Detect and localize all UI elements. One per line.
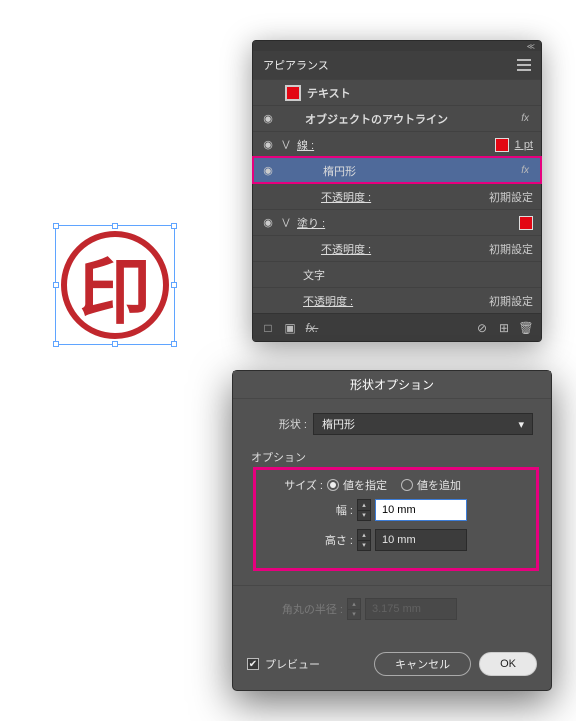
visibility-toggle-icon[interactable]: ◉ [261, 112, 275, 125]
visibility-toggle-icon[interactable]: ◉ [261, 138, 275, 151]
seal-character: 印 [55, 225, 175, 345]
height-input[interactable]: 10 mm [375, 529, 467, 551]
appearance-row-stroke[interactable]: ◉ ⋁ 線 : 1 pt [253, 131, 541, 157]
appearance-row-text[interactable]: テキスト [253, 79, 541, 105]
panel-tabbar[interactable]: ≪ [253, 41, 541, 51]
radio-label: 値を追加 [417, 477, 461, 493]
appearance-row-opacity-2[interactable]: 不透明度 : 初期設定 [253, 235, 541, 261]
chevron-down-icon: ▾ [518, 418, 524, 431]
width-row: 幅 : ▴▾ 10 mm [261, 499, 525, 521]
toggle-icon[interactable]: ▣ [283, 321, 297, 335]
width-stepper[interactable]: ▴▾ [357, 499, 371, 521]
visibility-toggle-icon[interactable]: ◉ [261, 216, 275, 229]
shape-select[interactable]: 楕円形 ▾ [313, 413, 533, 435]
row-label: オブジェクトのアウトライン [305, 111, 515, 127]
dialog-title: 形状オプション [233, 371, 551, 399]
color-swatch-icon [285, 85, 301, 101]
opacity-value: 初期設定 [489, 241, 533, 257]
fill-color-swatch-icon[interactable] [519, 216, 533, 230]
row-label: 楕円形 [323, 163, 515, 179]
panel-header: アピアランス [253, 51, 541, 79]
width-label: 幅 : [261, 502, 353, 518]
radio-icon [401, 479, 413, 491]
appearance-row-outline[interactable]: ◉ オブジェクトのアウトライン fx [253, 105, 541, 131]
cancel-button[interactable]: キャンセル [374, 652, 471, 676]
options-section-label: オプション [251, 449, 533, 465]
stroke-color-swatch-icon[interactable] [495, 138, 509, 152]
row-label: 不透明度 : [303, 293, 483, 309]
preview-checkbox[interactable]: ✔ プレビュー [247, 656, 320, 672]
corner-radius-label: 角丸の半径 : [251, 601, 343, 617]
checkbox-icon: ✔ [247, 658, 259, 670]
clear-appearance-icon[interactable]: ⊘ [475, 321, 489, 335]
appearance-row-opacity[interactable]: 不透明度 : 初期設定 [253, 183, 541, 209]
ok-button[interactable]: OK [479, 652, 537, 676]
row-label: 不透明度 : [321, 189, 483, 205]
size-radio-absolute[interactable]: 値を指定 [327, 477, 387, 493]
corner-input: 3.175 mm [365, 598, 457, 620]
height-label: 高さ : [261, 532, 353, 548]
visibility-toggle-icon[interactable]: ◉ [261, 164, 275, 177]
panel-footer: □ ▣ fx. ⊘ ⊞ 🗑 [253, 313, 541, 341]
appearance-panel: ≪ アピアランス テキスト ◉ オブジェクトのアウトライン fx ◉ ⋁ 線 :… [252, 40, 542, 342]
opacity-value: 初期設定 [489, 293, 533, 309]
shape-label: 形状 : [251, 416, 307, 432]
shape-options-dialog: 形状オプション 形状 : 楕円形 ▾ オプション サイズ : 値を指定 [232, 370, 552, 691]
corner-radius-row: 角丸の半径 : ▴▾ 3.175 mm [251, 598, 533, 620]
appearance-row-fill[interactable]: ◉ ⋁ 塗り : [253, 209, 541, 235]
disclosure-caret-icon[interactable]: ⋁ [281, 217, 291, 228]
divider [233, 585, 551, 586]
shape-type-row: 形状 : 楕円形 ▾ [251, 413, 533, 435]
size-label: サイズ : [263, 477, 323, 493]
opacity-value: 初期設定 [489, 189, 533, 205]
fx-indicator[interactable]: fx [521, 165, 533, 176]
row-label: 文字 [303, 267, 533, 283]
row-label: 塗り : [297, 215, 513, 231]
row-label: 不透明度 : [321, 241, 483, 257]
corner-stepper: ▴▾ [347, 598, 361, 620]
shape-select-value: 楕円形 [322, 416, 355, 432]
radio-label: 値を指定 [343, 477, 387, 493]
panel-title: アピアランス [263, 57, 329, 73]
canvas-selected-object[interactable]: 印 [55, 225, 175, 345]
no-selection-icon[interactable]: □ [261, 321, 275, 335]
size-radio-relative[interactable]: 値を追加 [401, 477, 461, 493]
fx-indicator[interactable]: fx [521, 113, 533, 124]
appearance-row-ellipse[interactable]: ◉ 楕円形 fx [253, 157, 541, 183]
width-input[interactable]: 10 mm [375, 499, 467, 521]
height-row: 高さ : ▴▾ 10 mm [261, 529, 525, 551]
fx-menu-icon[interactable]: fx. [305, 321, 319, 335]
new-item-icon[interactable]: ⊞ [497, 321, 511, 335]
trash-icon[interactable]: 🗑 [519, 321, 533, 335]
preview-label: プレビュー [265, 656, 320, 672]
size-highlight-block: サイズ : 値を指定 値を追加 幅 : ▴▾ 10 mm [259, 473, 533, 565]
collapse-chevron-icon[interactable]: ≪ [527, 42, 535, 51]
appearance-row-characters[interactable]: 文字 [253, 261, 541, 287]
appearance-row-opacity-3[interactable]: 不透明度 : 初期設定 [253, 287, 541, 313]
row-label: テキスト [307, 85, 533, 101]
disclosure-caret-icon[interactable]: ⋁ [281, 139, 291, 150]
row-label: 線 : [297, 137, 489, 153]
stroke-weight-value[interactable]: 1 pt [515, 139, 533, 151]
radio-icon [327, 479, 339, 491]
height-stepper[interactable]: ▴▾ [357, 529, 371, 551]
panel-menu-icon[interactable] [517, 59, 531, 71]
